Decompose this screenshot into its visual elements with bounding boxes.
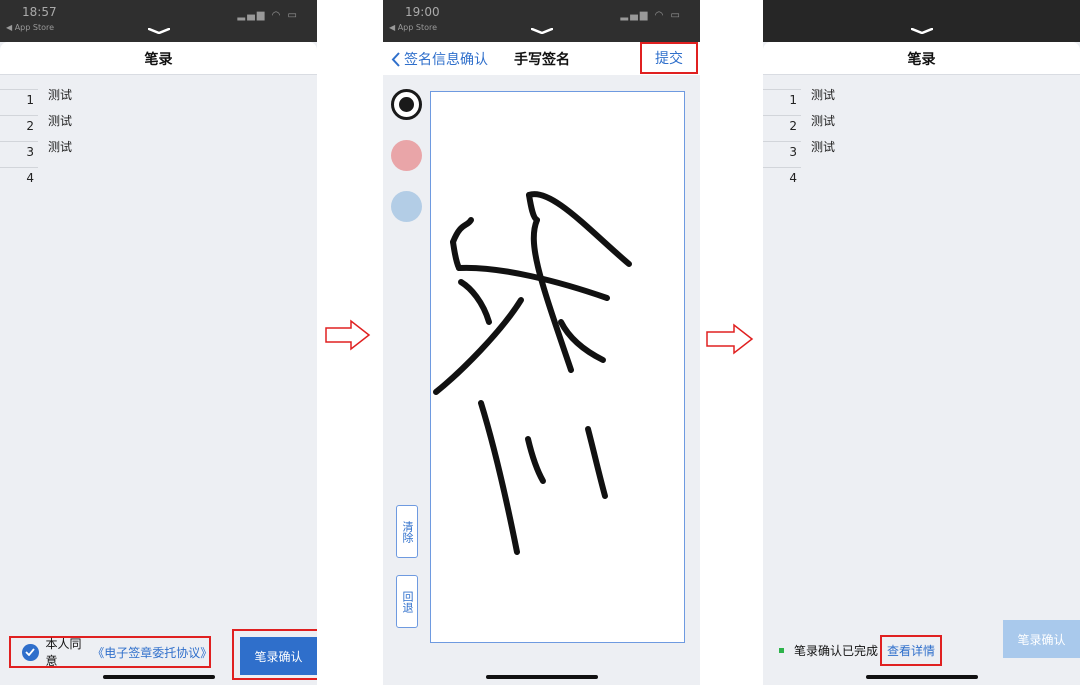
page-title: 笔录 xyxy=(144,52,173,68)
transcript-lines: 1 测试 2 测试 3 测试 4 xyxy=(0,84,317,188)
agreement-label: 本人同意 xyxy=(45,637,82,668)
page-title: 手写签名 xyxy=(514,52,570,68)
status-time: 18:57 xyxy=(22,5,57,19)
line-number: 2 xyxy=(0,115,38,136)
transcript-line: 4 xyxy=(0,162,317,188)
navbar: 笔录 xyxy=(0,42,317,75)
confirm-transcript-button-disabled: 笔录确认 xyxy=(1003,620,1080,658)
transcript-line: 3 测试 xyxy=(0,136,317,162)
home-indicator xyxy=(102,675,215,679)
pen-color-red[interactable] xyxy=(391,140,422,171)
signature-strokes xyxy=(433,191,632,555)
back-button[interactable]: 签名信息确认 xyxy=(391,49,488,69)
transcript-line: 1 测试 xyxy=(763,84,1080,110)
agreement-checkbox-row[interactable]: 本人同意 《电子签章委托协议》 xyxy=(9,636,212,668)
status-time: 19:00 xyxy=(405,5,440,19)
line-number: 4 xyxy=(0,167,38,188)
screen-transcript-unsigned: 18:57 ◀ App Store ▂▄▆ ◠ ▭ 笔录 1 测试 2 测试 3… xyxy=(0,0,317,685)
complete-indicator-icon xyxy=(779,647,784,653)
back-to-app-store[interactable]: ◀ App Store xyxy=(6,23,54,32)
line-text: 测试 xyxy=(48,114,73,128)
arrow-right-icon xyxy=(325,319,371,351)
home-indicator xyxy=(865,675,978,679)
transcript-line: 2 测试 xyxy=(0,110,317,136)
transcript-line: 2 测试 xyxy=(763,110,1080,136)
back-label: 签名信息确认 xyxy=(404,52,488,68)
signature-pad[interactable] xyxy=(430,91,685,643)
transcript-sheet: 笔录 1 测试 2 测试 3 测试 4 笔录确认已完成 查看详情 笔录确认 xyxy=(763,42,1080,685)
signature-workspace: 清除 回退 xyxy=(383,75,700,685)
transcript-line: 3 测试 xyxy=(763,136,1080,162)
line-number: 3 xyxy=(763,141,801,162)
bottom-bar: 笔录确认已完成 查看详情 笔录确认 xyxy=(763,620,1080,680)
line-text: 测试 xyxy=(811,140,836,154)
transcript-sheet: 笔录 1 测试 2 测试 3 测试 4 本人同意 《电子签章委托协议》 笔录确认 xyxy=(0,42,317,685)
signal-icons: ▂▄▆ ◠ ▭ xyxy=(620,10,682,21)
chevron-left-icon xyxy=(391,51,400,67)
undo-button[interactable]: 回退 xyxy=(396,575,418,628)
line-text: 测试 xyxy=(811,114,836,128)
agreement-link[interactable]: 《电子签章委托协议》 xyxy=(92,644,212,661)
page-title: 笔录 xyxy=(907,52,936,68)
line-number: 1 xyxy=(763,89,801,110)
submit-button[interactable]: 提交 xyxy=(640,42,698,74)
status-bar xyxy=(763,0,1080,42)
transcript-line: 1 测试 xyxy=(0,84,317,110)
pen-color-blue[interactable] xyxy=(391,191,422,222)
line-text: 测试 xyxy=(811,88,836,102)
pen-color-black[interactable] xyxy=(391,89,422,120)
navbar: 签名信息确认 手写签名 提交 xyxy=(383,42,700,75)
arrow-right-icon xyxy=(706,323,754,355)
status-bar: 19:00 ◀ App Store ▂▄▆ ◠ ▭ xyxy=(383,0,700,42)
home-indicator xyxy=(485,675,598,679)
screen-handwritten-signature: 19:00 ◀ App Store ▂▄▆ ◠ ▭ 签名信息确认 手写签名 提交… xyxy=(383,0,700,685)
checkmark-icon[interactable] xyxy=(22,643,39,661)
bottom-bar: 本人同意 《电子签章委托协议》 笔录确认 xyxy=(0,620,317,680)
confirm-transcript-button[interactable]: 笔录确认 xyxy=(240,637,317,675)
transcript-lines: 1 测试 2 测试 3 测试 4 xyxy=(763,84,1080,188)
completion-status: 笔录确认已完成 查看详情 xyxy=(763,620,1003,680)
navbar: 笔录 xyxy=(763,42,1080,75)
signal-icons: ▂▄▆ ◠ ▭ xyxy=(237,10,299,21)
line-number: 1 xyxy=(0,89,38,110)
sheet-grabber-icon[interactable] xyxy=(530,28,553,34)
view-details-link[interactable]: 查看详情 xyxy=(880,634,943,666)
line-number: 4 xyxy=(763,167,801,188)
sheet-grabber-icon[interactable] xyxy=(147,28,170,34)
screen-transcript-signed: 笔录 1 测试 2 测试 3 测试 4 笔录确认已完成 查看详情 笔录确认 xyxy=(763,0,1080,685)
line-number: 3 xyxy=(0,141,38,162)
line-text: 测试 xyxy=(48,140,73,154)
status-bar: 18:57 ◀ App Store ▂▄▆ ◠ ▭ xyxy=(0,0,317,42)
completion-text: 笔录确认已完成 xyxy=(794,643,879,658)
transcript-line: 4 xyxy=(763,162,1080,188)
clear-button[interactable]: 清除 xyxy=(396,505,418,558)
back-to-app-store[interactable]: ◀ App Store xyxy=(389,23,437,32)
line-number: 2 xyxy=(763,115,801,136)
line-text: 测试 xyxy=(48,88,73,102)
sheet-grabber-icon[interactable] xyxy=(910,28,933,34)
